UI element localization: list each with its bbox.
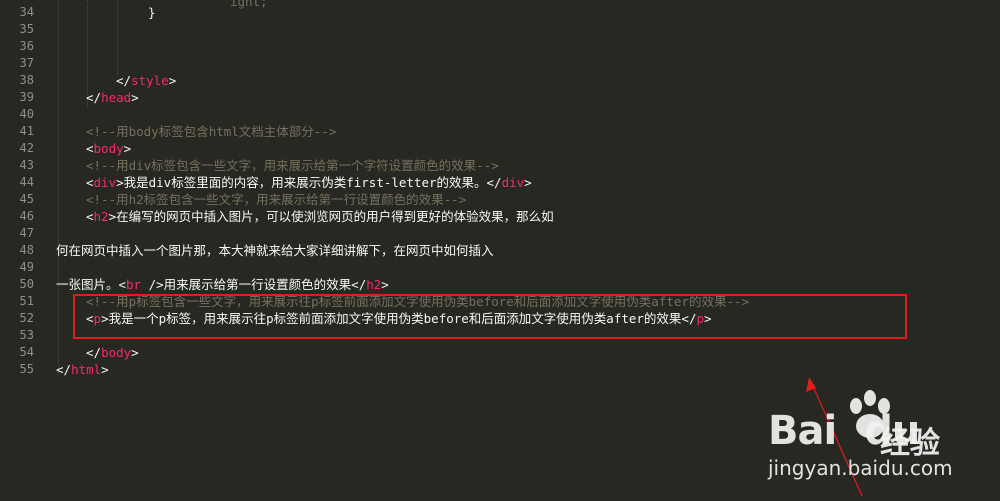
code-line[interactable]: 48 何在网页中插入一个图片那，本大神就来给大家详细讲解下，在网页中如何插入 xyxy=(0,242,1000,259)
line-number: 47 xyxy=(19,226,34,240)
text-token: > xyxy=(123,141,132,156)
line-number: 35 xyxy=(19,22,34,36)
code-line[interactable]: 38 </style> xyxy=(0,72,1000,89)
text-token: </ xyxy=(116,73,132,88)
comment-token: <!--用h2标签包含一些文字，用来展示给第一行设置颜色的效果--> xyxy=(86,192,467,207)
code-text: <h2>在编写的网页中插入图片，可以使浏览网页的用户得到更好的体验效果，那么如 xyxy=(86,208,554,225)
line-number: 52 xyxy=(19,311,34,325)
code-text: </head> xyxy=(86,89,139,106)
text-token: />用来展示给第一行设置颜色的效果</ xyxy=(141,277,367,292)
html-tag-token: h2 xyxy=(93,209,109,224)
text-token: 一张图片。< xyxy=(56,277,127,292)
code-text: 何在网页中插入一个图片那，本大神就来给大家详细讲解下，在网页中如何插入 xyxy=(56,242,494,259)
code-text: <!--用h2标签包含一些文字，用来展示给第一行设置颜色的效果--> xyxy=(86,191,466,208)
comment-token: <!--用body标签包含html文档主体部分--> xyxy=(86,124,337,139)
line-number: 54 xyxy=(19,345,34,359)
line-number: 39 xyxy=(19,90,34,104)
code-text: <div>我是div标签里面的内容，用来展示伪类first-letter的效果。… xyxy=(86,174,532,191)
text-token: } xyxy=(148,5,156,20)
html-tag-token: body xyxy=(93,141,124,156)
text-token: >我是div标签里面的内容，用来展示伪类first-letter的效果。</ xyxy=(116,175,502,190)
html-tag-token: body xyxy=(101,345,132,360)
watermark-url: jingyan.baidu.com xyxy=(768,456,953,480)
text-token: </ xyxy=(56,362,72,377)
code-text: 一张图片。<br />用来展示给第一行设置颜色的效果</h2> xyxy=(56,276,389,293)
line-number: 36 xyxy=(19,39,34,53)
line-number: 41 xyxy=(19,124,34,138)
line-number: 46 xyxy=(19,209,34,223)
html-tag-token: div xyxy=(93,175,117,190)
text-token: < xyxy=(86,175,94,190)
code-line[interactable]: 54 </body> xyxy=(0,344,1000,361)
line-number: 37 xyxy=(19,56,34,70)
text-token: </ xyxy=(86,345,102,360)
code-text: <!--用div标签包含一些文字，用来展示给第一个字符设置颜色的效果--> xyxy=(86,157,499,174)
code-line[interactable]: 37 xyxy=(0,55,1000,72)
code-line[interactable]: 34} xyxy=(0,4,1000,21)
line-number: 55 xyxy=(19,362,34,376)
code-line[interactable]: 35 xyxy=(0,21,1000,38)
code-line[interactable]: 44 <div>我是div标签里面的内容，用来展示伪类first-letter的效… xyxy=(0,174,1000,191)
html-tag-token: style xyxy=(131,73,169,88)
text-token: > xyxy=(131,345,139,360)
text-token: 何在网页中插入一个图片那，本大神就来给大家详细讲解下，在网页中如何插入 xyxy=(56,243,494,258)
code-line[interactable]: 36 xyxy=(0,38,1000,55)
baidu-jingyan-watermark: Bai du 经验 jingyan.baidu.com xyxy=(760,388,990,488)
html-tag-token: head xyxy=(101,90,132,105)
line-number: 34 xyxy=(19,5,34,19)
code-text: } xyxy=(148,4,156,21)
line-number: 49 xyxy=(19,260,34,274)
code-line[interactable]: 42 <body> xyxy=(0,140,1000,157)
text-token: > xyxy=(381,277,389,292)
code-text: </body> xyxy=(86,344,139,361)
code-line[interactable]: 45 <!--用h2标签包含一些文字，用来展示给第一行设置颜色的效果--> xyxy=(0,191,1000,208)
code-line[interactable]: 55 </html> xyxy=(0,361,1000,378)
text-token: > xyxy=(101,362,109,377)
code-line[interactable]: 50 一张图片。<br />用来展示给第一行设置颜色的效果</h2> xyxy=(0,276,1000,293)
code-text: <!--用body标签包含html文档主体部分--> xyxy=(86,123,336,140)
line-number: 38 xyxy=(19,73,34,87)
line-number: 53 xyxy=(19,328,34,342)
code-text: <body> xyxy=(86,140,131,157)
text-token: < xyxy=(86,141,94,156)
line-number: 40 xyxy=(19,107,34,121)
line-number: 44 xyxy=(19,175,34,189)
html-tag-token: h2 xyxy=(366,277,382,292)
line-number: 50 xyxy=(19,277,34,291)
comment-token: <!--用div标签包含一些文字，用来展示给第一个字符设置颜色的效果--> xyxy=(86,158,499,173)
code-line[interactable]: 46 <h2>在编写的网页中插入图片，可以使浏览网页的用户得到更好的体验效果，那么… xyxy=(0,208,1000,225)
text-token: </ xyxy=(86,90,102,105)
code-line[interactable]: 39 </head> xyxy=(0,89,1000,106)
line-number: 42 xyxy=(19,141,34,155)
line-number: 51 xyxy=(19,294,34,308)
line-number: 48 xyxy=(19,243,34,257)
code-editor[interactable]: ight; 34} 35 36 37 38 </style> 39 </head> 40 41 <!-… xyxy=(0,0,1000,501)
highlight-annotation-box xyxy=(73,294,907,339)
html-tag-token: br xyxy=(126,277,142,292)
text-token: > xyxy=(524,175,532,190)
text-token: >在编写的网页中插入图片，可以使浏览网页的用户得到更好的体验效果，那么如 xyxy=(108,209,554,224)
code-line[interactable]: 47 xyxy=(0,225,1000,242)
code-text: </html> xyxy=(56,361,109,378)
code-line[interactable]: 41 <!--用body标签包含html文档主体部分--> xyxy=(0,123,1000,140)
code-line[interactable]: 43 <!--用div标签包含一些文字，用来展示给第一个字符设置颜色的效果--> xyxy=(0,157,1000,174)
code-line[interactable]: 49 xyxy=(0,259,1000,276)
text-token: > xyxy=(168,73,177,88)
html-tag-token: html xyxy=(71,362,102,377)
text-token: < xyxy=(86,209,94,224)
line-number: 45 xyxy=(19,192,34,206)
line-number: 43 xyxy=(19,158,34,172)
text-token: > xyxy=(131,90,139,105)
code-text: </style> xyxy=(116,72,176,89)
code-line[interactable]: 40 xyxy=(0,106,1000,123)
html-tag-token: div xyxy=(501,175,525,190)
